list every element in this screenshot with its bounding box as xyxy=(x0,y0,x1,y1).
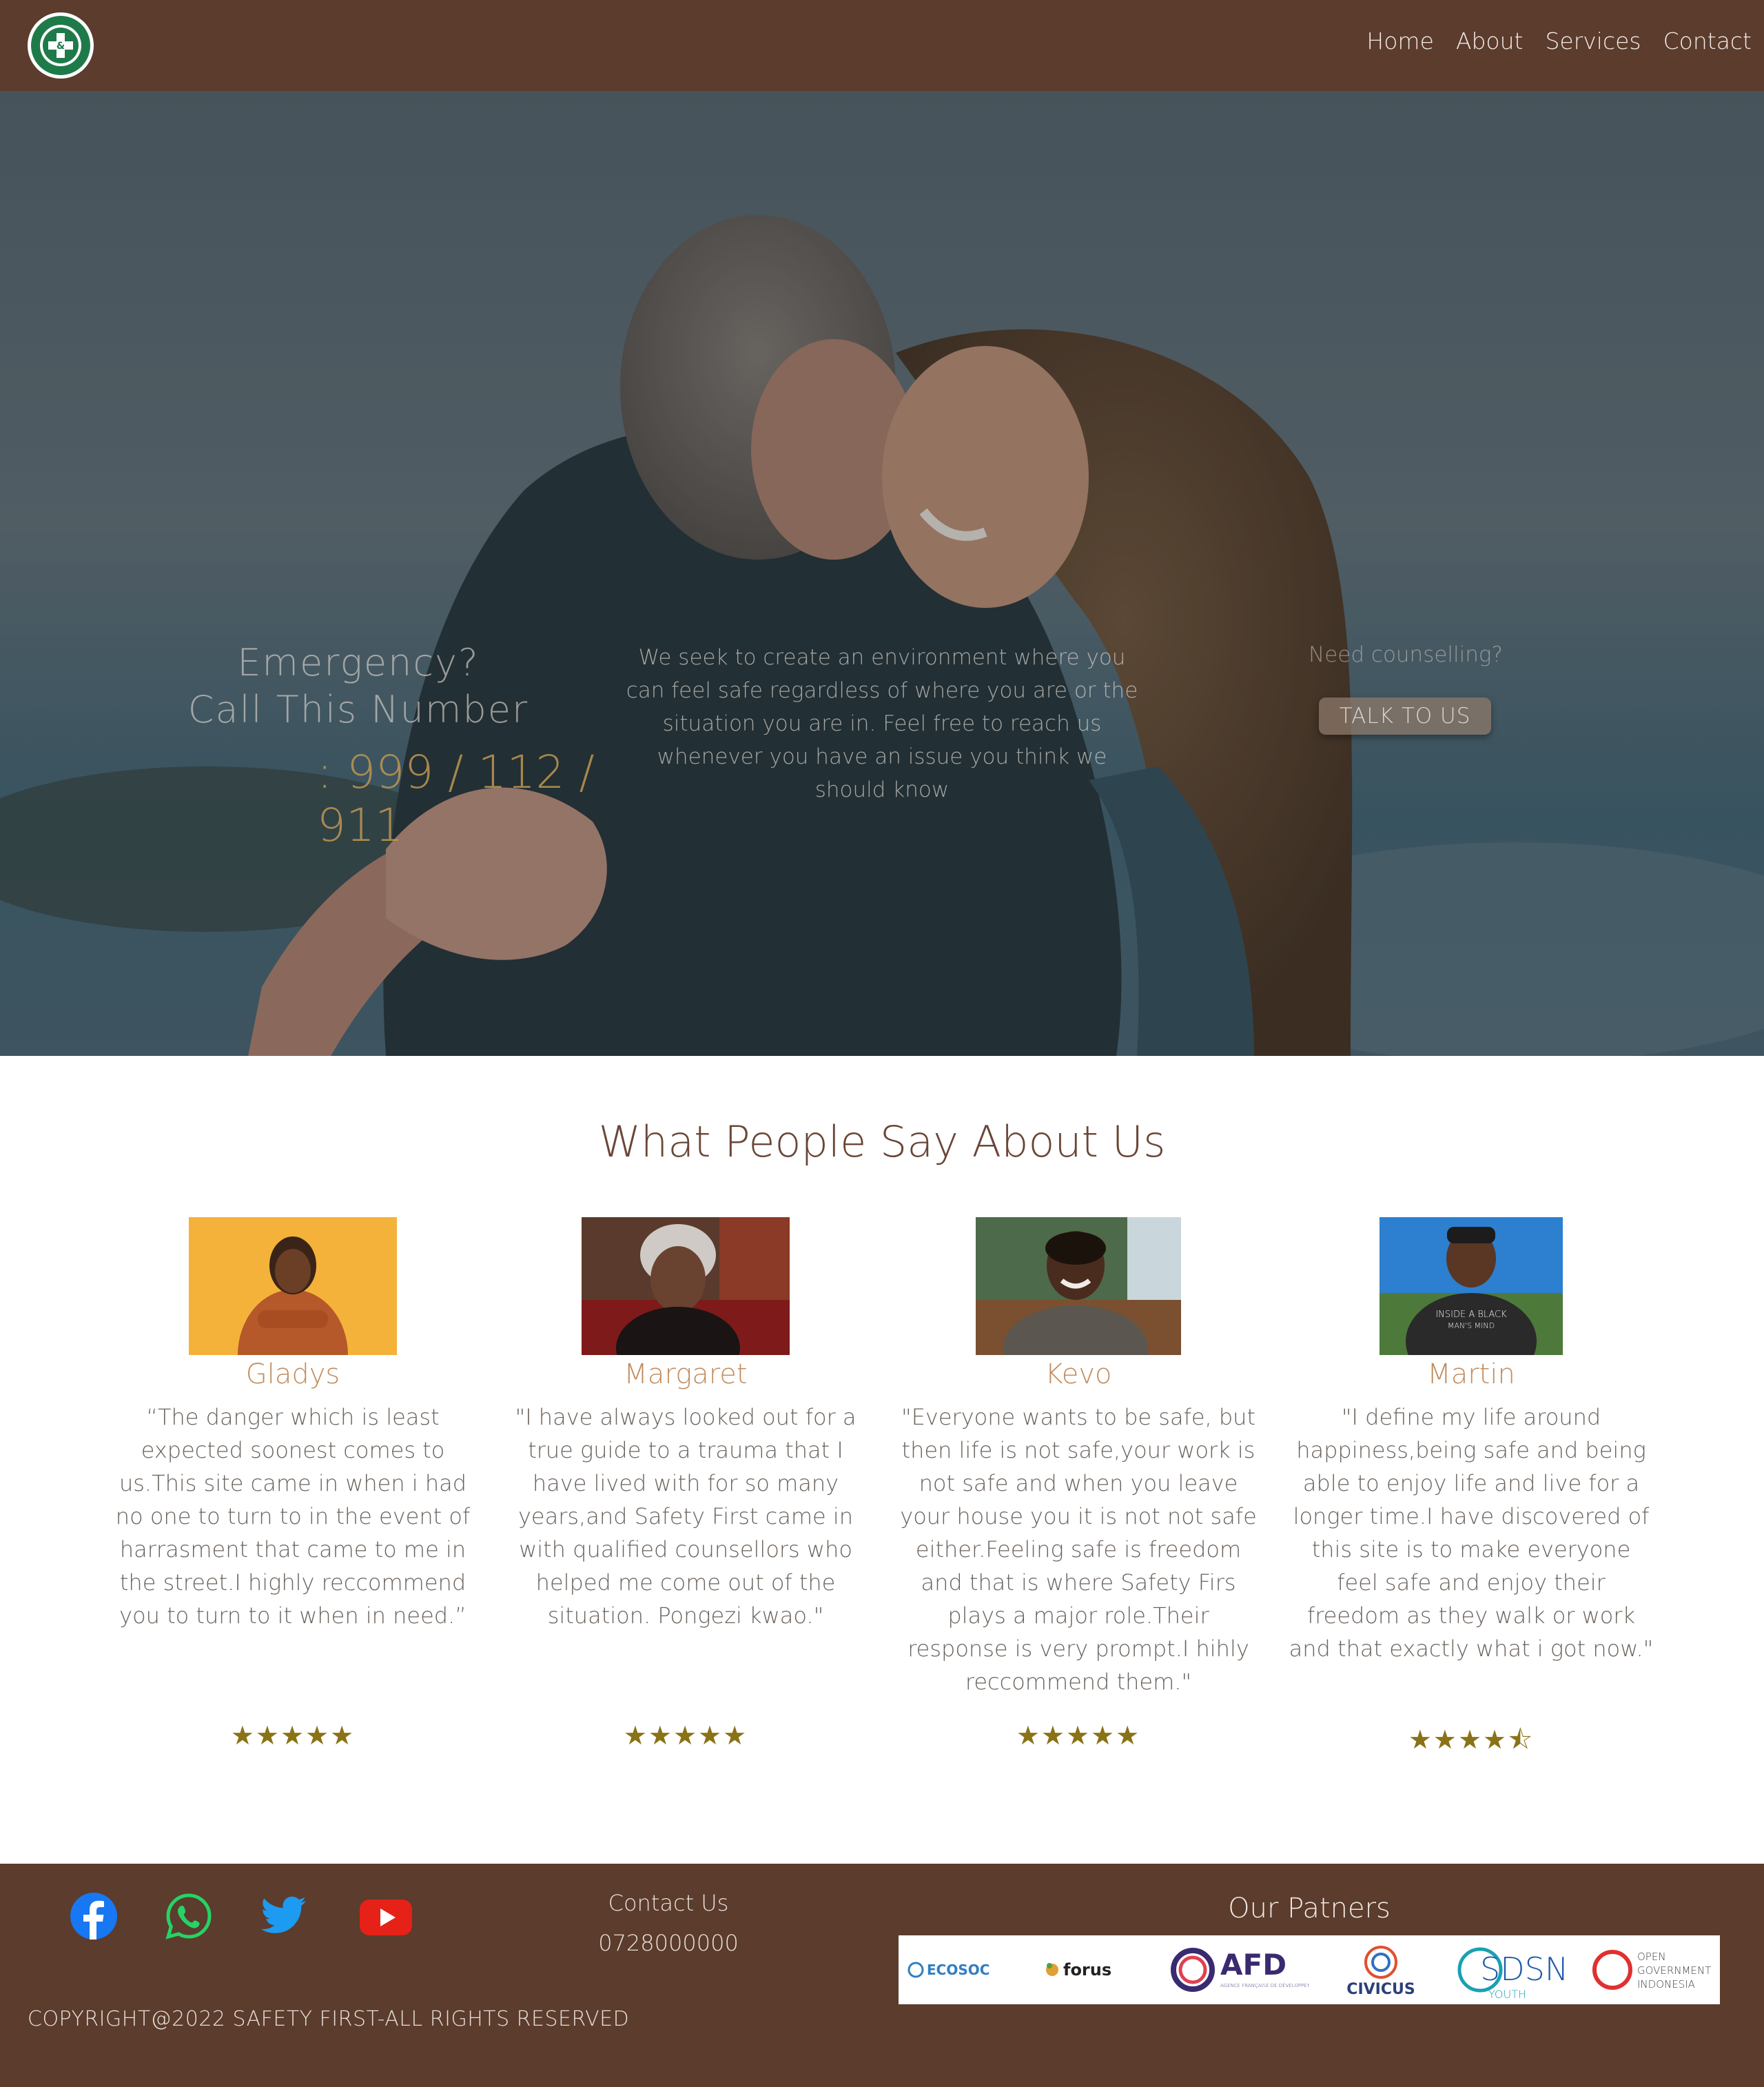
emergency-heading: Emergency? Call This Number xyxy=(165,640,551,733)
twitter-icon[interactable] xyxy=(259,1891,309,1941)
counselling-question: Need counselling? xyxy=(1309,642,1503,667)
emergency-numbers[interactable]: : 999 / 112 / 911 xyxy=(317,746,606,852)
talk-to-us-button[interactable]: TALK TO US xyxy=(1319,698,1491,735)
testimonial-photo xyxy=(189,1217,397,1355)
emergency-line-2: Call This Number xyxy=(187,688,529,731)
testimonial-photo xyxy=(582,1217,790,1355)
forus-text: forus xyxy=(1063,1960,1111,1979)
sdsn-text: SDSN xyxy=(1480,1951,1568,1988)
testimonial-quote: "Everyone wants to be safe, but then lif… xyxy=(900,1404,1257,1695)
civicus-logo[interactable]: CIVICUS xyxy=(1312,1935,1450,2004)
logo-emblem-icon: & xyxy=(29,14,92,77)
star-rating: ★★★★⯪ xyxy=(1408,1724,1535,1755)
nav-links: Home About Services Contact xyxy=(1366,28,1752,54)
hero-banner: Emergency? Call This Number : 999 / 112 … xyxy=(0,91,1764,1056)
ogi-text-2: GOVERNMENT xyxy=(1637,1964,1711,1977)
testimonial-card: Gladys “The danger which is least expect… xyxy=(110,1217,475,1632)
facebook-icon[interactable] xyxy=(69,1891,119,1941)
contact-us-heading: Contact Us xyxy=(608,1890,729,1916)
shirt-print: INSIDE A BLACK xyxy=(1435,1310,1507,1320)
nav-home-link[interactable]: Home xyxy=(1366,28,1433,54)
sdsn-subtext: YOUTH xyxy=(1488,1988,1526,2001)
ecosoc-logo[interactable]: ECOSOC xyxy=(899,1935,1036,2004)
star-rating: ★★★★★ xyxy=(230,1720,356,1751)
contact-phone-number[interactable]: 0728000000 xyxy=(531,1930,806,1956)
hero-mission-text: We seek to create an environment where y… xyxy=(626,645,1138,802)
emergency-line-1: Emergency? xyxy=(237,641,480,684)
nav-contact-link[interactable]: Contact xyxy=(1663,28,1752,54)
youtube-icon[interactable] xyxy=(358,1891,413,1941)
page-footer: Contact Us 0728000000 Our Patners ECOSOC… xyxy=(0,1864,1764,2087)
testimonial-quote: “The danger which is least expected soon… xyxy=(115,1404,471,1629)
civicus-text: CIVICUS xyxy=(1346,1981,1415,1998)
testimonial-name: Martin xyxy=(1427,1358,1515,1390)
testimonials-title: What People Say About Us xyxy=(598,1117,1166,1167)
testimonial-quote: "I define my life around happiness,being… xyxy=(1289,1404,1654,1662)
ogi-text-1: OPEN xyxy=(1637,1951,1666,1963)
safety-first-logo[interactable]: & xyxy=(28,12,94,79)
sdsn-youth-logo[interactable]: SDSN YOUTH xyxy=(1450,1935,1588,2004)
testimonial-card: INSIDE A BLACK MAN'S MIND Martin "I defi… xyxy=(1289,1217,1654,1665)
hero-background-image xyxy=(0,91,1764,1056)
top-navbar: & Home About Services Contact xyxy=(0,0,1764,91)
open-government-indonesia-logo[interactable]: OPEN GOVERNMENT INDONESIA xyxy=(1588,1935,1720,2004)
partners-heading: Our Patners xyxy=(1228,1893,1391,1924)
forus-logo[interactable]: forus xyxy=(1036,1935,1160,2004)
afd-text: AFD xyxy=(1220,1948,1286,1982)
testimonial-name: Kevo xyxy=(1045,1358,1112,1390)
afd-logo[interactable]: AFD AGENCE FRANÇAISE DE DÉVELOPPEMENT xyxy=(1160,1935,1312,2004)
testimonial-name: Margaret xyxy=(624,1358,748,1390)
star-rating: ★★★★★ xyxy=(1016,1720,1141,1751)
testimonial-photo: INSIDE A BLACK MAN'S MIND xyxy=(1380,1217,1563,1355)
shirt-print-2: MAN'S MIND xyxy=(1448,1321,1495,1330)
testimonial-name: Gladys xyxy=(245,1358,340,1390)
partners-logo-strip: ECOSOC forus AFD AGENCE FRANÇAISE DE DÉV… xyxy=(899,1935,1720,2004)
svg-text:&: & xyxy=(57,41,65,52)
nav-services-link[interactable]: Services xyxy=(1545,28,1641,54)
testimonial-photo xyxy=(976,1217,1181,1355)
whatsapp-icon[interactable] xyxy=(164,1891,214,1941)
nav-about-link[interactable]: About xyxy=(1456,28,1524,54)
copyright-text: COPYRIGHT@2022 SAFETY FIRST-ALL RIGHTS R… xyxy=(28,2007,630,2031)
star-rating: ★★★★★ xyxy=(623,1720,748,1751)
testimonial-quote: "I have always looked out for a true gui… xyxy=(515,1404,857,1629)
testimonial-card: Margaret "I have always looked out for a… xyxy=(503,1217,868,1632)
testimonial-card: Kevo "Everyone wants to be safe, but the… xyxy=(896,1217,1261,1698)
ogi-text-3: INDONESIA xyxy=(1637,1978,1695,1991)
afd-subtext: AGENCE FRANÇAISE DE DÉVELOPPEMENT xyxy=(1220,1982,1309,1988)
ecosoc-text: ECOSOC xyxy=(927,1962,989,1978)
